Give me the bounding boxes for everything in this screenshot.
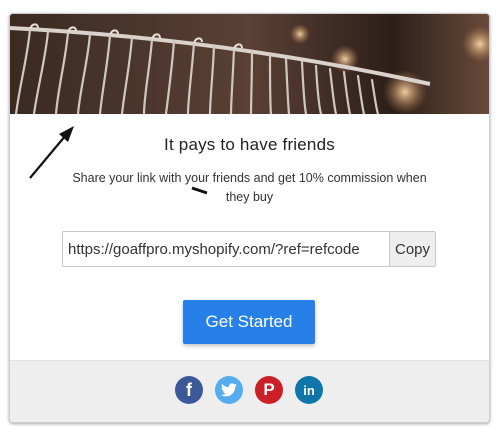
annotation-arrow-icon [29, 126, 208, 195]
